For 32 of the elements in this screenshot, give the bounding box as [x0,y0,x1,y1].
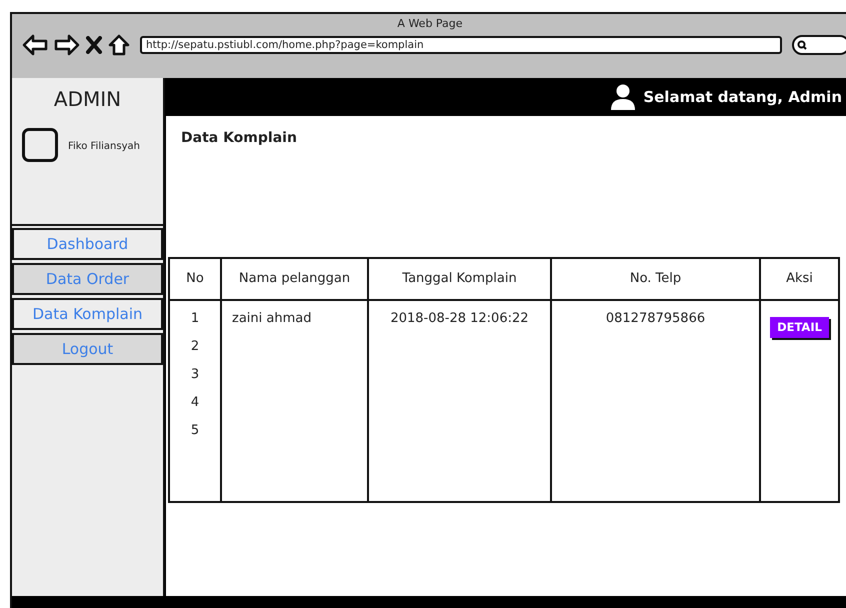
detail-button[interactable]: DETAIL [770,317,829,338]
table-cell: 4 [190,395,200,410]
home-icon[interactable] [108,34,130,56]
url-field[interactable]: http://sepatu.pstiubl.com/home.php?page=komplain [140,36,782,54]
close-icon[interactable] [86,36,102,54]
avatar-icon [22,128,58,162]
user-icon [611,84,636,110]
user-name: Fiko Filiansyah [68,140,140,154]
table-cell: 2 [190,339,200,354]
table-cell: 2018-08-28 12:06:22 [390,311,529,326]
column-header: No. Telp [630,271,682,286]
table-cell: 3 [190,367,200,382]
search-icon [797,40,807,50]
table-cell: 081278795866 [606,311,706,326]
forward-icon[interactable] [54,34,80,56]
column-header: Aksi [786,271,813,286]
sidebar-title: ADMIN [52,86,122,113]
greeting-text: Selamat datang, Admin [643,86,842,108]
search-field[interactable] [792,35,846,55]
sidebar-item[interactable]: Dashboard [12,228,163,260]
window-title: A Web Page [396,16,464,32]
page-title: Data Komplain [181,130,297,146]
table-cell: zaini ahmad [232,311,312,326]
back-icon[interactable] [22,34,48,56]
table-cell: 5 [190,423,200,438]
column-header: Tanggal Komplain [402,271,517,286]
sidebar-item[interactable]: Logout [12,333,163,365]
sidebar-item[interactable]: Data Komplain [12,298,163,330]
column-header: No [186,271,204,286]
sidebar-item[interactable]: Data Order [12,263,163,295]
table-cell: 1 [190,311,200,326]
column-header: Nama pelanggan [238,271,350,286]
